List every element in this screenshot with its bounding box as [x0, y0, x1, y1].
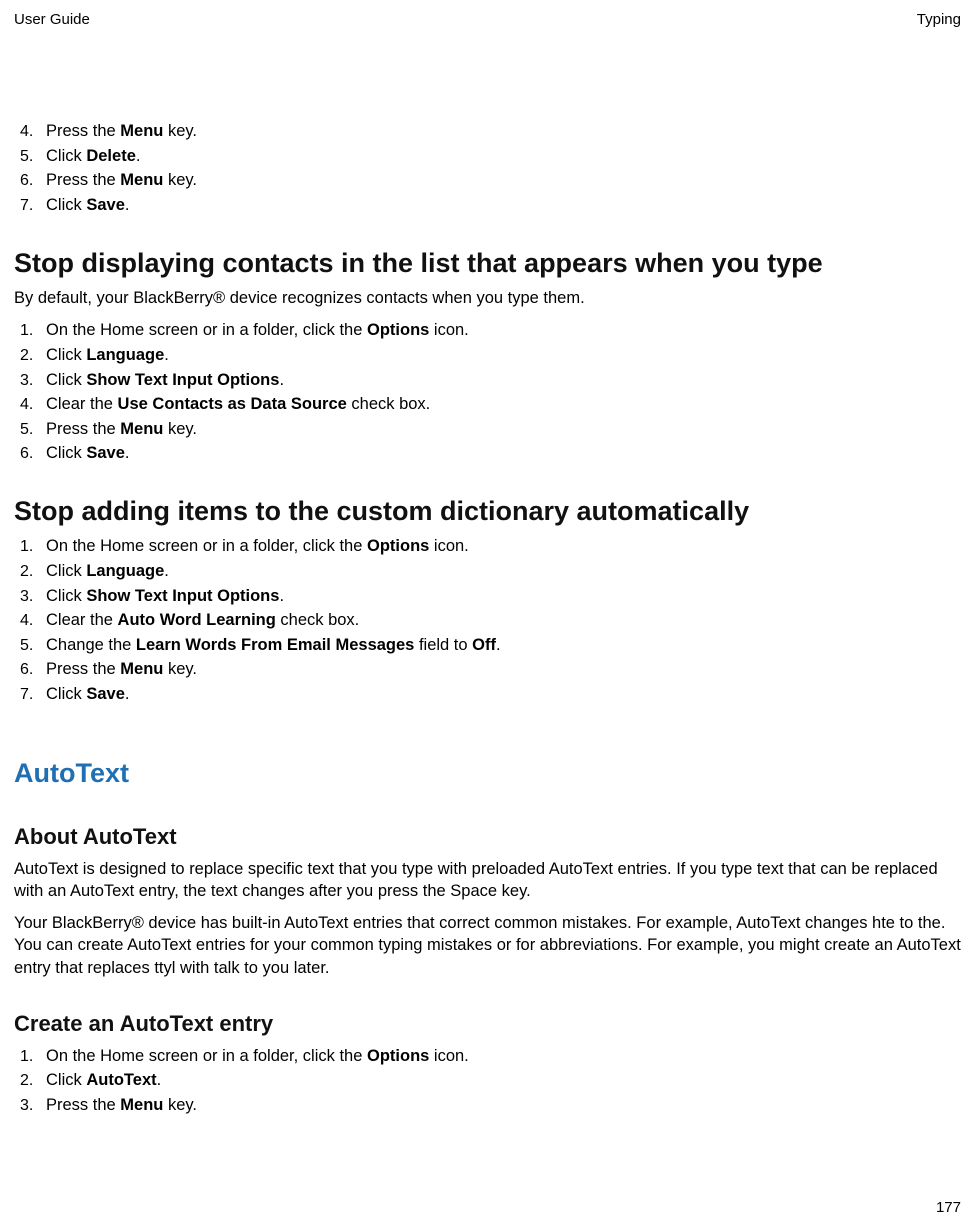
list-item-text: Change the Learn Words From Email Messag… [46, 634, 961, 656]
list-item: 6.Click Save. [14, 442, 961, 465]
list-item: 3.Click Show Text Input Options. [14, 369, 961, 392]
list-item-text: Clear the Use Contacts as Data Source ch… [46, 393, 961, 415]
list-item-number: 4. [14, 610, 46, 632]
list-item-number: 3. [14, 586, 46, 608]
list-item-text: Click AutoText. [46, 1069, 961, 1091]
list-item: 3.Press the Menu key. [14, 1094, 961, 1117]
steps-create-autotext: 1.On the Home screen or in a folder, cli… [14, 1045, 961, 1117]
list-item: 5.Press the Menu key. [14, 418, 961, 441]
list-item-number: 1. [14, 536, 46, 558]
list-item: 6.Press the Menu key. [14, 658, 961, 681]
list-item-number: 5. [14, 635, 46, 657]
list-item: 3.Click Show Text Input Options. [14, 585, 961, 608]
list-item-text: Press the Menu key. [46, 120, 961, 142]
list-item-number: 6. [14, 443, 46, 465]
list-item-text: Press the Menu key. [46, 418, 961, 440]
page: User Guide Typing 4.Press the Menu key.5… [0, 0, 975, 1164]
list-item: 4.Clear the Auto Word Learning check box… [14, 609, 961, 632]
list-item: 4.Clear the Use Contacts as Data Source … [14, 393, 961, 416]
section-title-stop-dictionary: Stop adding items to the custom dictiona… [14, 493, 961, 529]
list-item-number: 3. [14, 1095, 46, 1117]
header-left: User Guide [14, 10, 90, 30]
list-item: 7.Click Save. [14, 194, 961, 217]
header-right: Typing [917, 10, 961, 30]
page-header: User Guide Typing [14, 10, 961, 30]
list-item-text: Click Show Text Input Options. [46, 369, 961, 391]
list-item-number: 2. [14, 345, 46, 367]
list-item-number: 3. [14, 370, 46, 392]
steps-stop-dictionary: 1.On the Home screen or in a folder, cli… [14, 535, 961, 705]
list-item-number: 1. [14, 1046, 46, 1068]
steps-stop-contacts: 1.On the Home screen or in a folder, cli… [14, 319, 961, 465]
list-item-text: Press the Menu key. [46, 169, 961, 191]
list-item: 1.On the Home screen or in a folder, cli… [14, 319, 961, 342]
chapter-title-autotext: AutoText [14, 755, 961, 791]
list-item-number: 5. [14, 419, 46, 441]
list-item-number: 6. [14, 659, 46, 681]
list-item: 4.Press the Menu key. [14, 120, 961, 143]
list-item-text: Click Language. [46, 344, 961, 366]
list-item: 5.Click Delete. [14, 145, 961, 168]
about-autotext-p2: Your BlackBerry® device has built-in Aut… [14, 912, 961, 979]
list-item-number: 1. [14, 320, 46, 342]
list-item-text: On the Home screen or in a folder, click… [46, 319, 961, 341]
list-item-text: On the Home screen or in a folder, click… [46, 1045, 961, 1067]
intro-steps: 4.Press the Menu key.5.Click Delete.6.Pr… [14, 120, 961, 216]
list-item-text: Click Save. [46, 683, 961, 705]
list-item-text: Press the Menu key. [46, 658, 961, 680]
list-item: 7.Click Save. [14, 683, 961, 706]
list-item: 5.Change the Learn Words From Email Mess… [14, 634, 961, 657]
list-item-number: 2. [14, 561, 46, 583]
list-item-text: Click Show Text Input Options. [46, 585, 961, 607]
list-item-text: Click Save. [46, 194, 961, 216]
page-number: 177 [936, 1198, 961, 1218]
section-intro-para: By default, your BlackBerry® device reco… [14, 287, 961, 309]
list-item: 2.Click Language. [14, 560, 961, 583]
list-item-text: Click Language. [46, 560, 961, 582]
list-item-text: On the Home screen or in a folder, click… [46, 535, 961, 557]
list-item: 1.On the Home screen or in a folder, cli… [14, 1045, 961, 1068]
list-item: 6.Press the Menu key. [14, 169, 961, 192]
about-autotext-p1: AutoText is designed to replace specific… [14, 858, 961, 903]
list-item-number: 4. [14, 121, 46, 143]
list-item-number: 5. [14, 146, 46, 168]
list-item-text: Click Save. [46, 442, 961, 464]
list-item-text: Click Delete. [46, 145, 961, 167]
list-item: 2.Click Language. [14, 344, 961, 367]
list-item-text: Clear the Auto Word Learning check box. [46, 609, 961, 631]
section-title-create-autotext: Create an AutoText entry [14, 1009, 961, 1039]
list-item-number: 2. [14, 1070, 46, 1092]
list-item-number: 7. [14, 684, 46, 706]
list-item: 1.On the Home screen or in a folder, cli… [14, 535, 961, 558]
list-item-number: 7. [14, 195, 46, 217]
section-title-about-autotext: About AutoText [14, 822, 961, 852]
list-item-number: 6. [14, 170, 46, 192]
list-item-number: 4. [14, 394, 46, 416]
list-item-text: Press the Menu key. [46, 1094, 961, 1116]
list-item: 2.Click AutoText. [14, 1069, 961, 1092]
section-title-stop-contacts: Stop displaying contacts in the list tha… [14, 245, 961, 281]
